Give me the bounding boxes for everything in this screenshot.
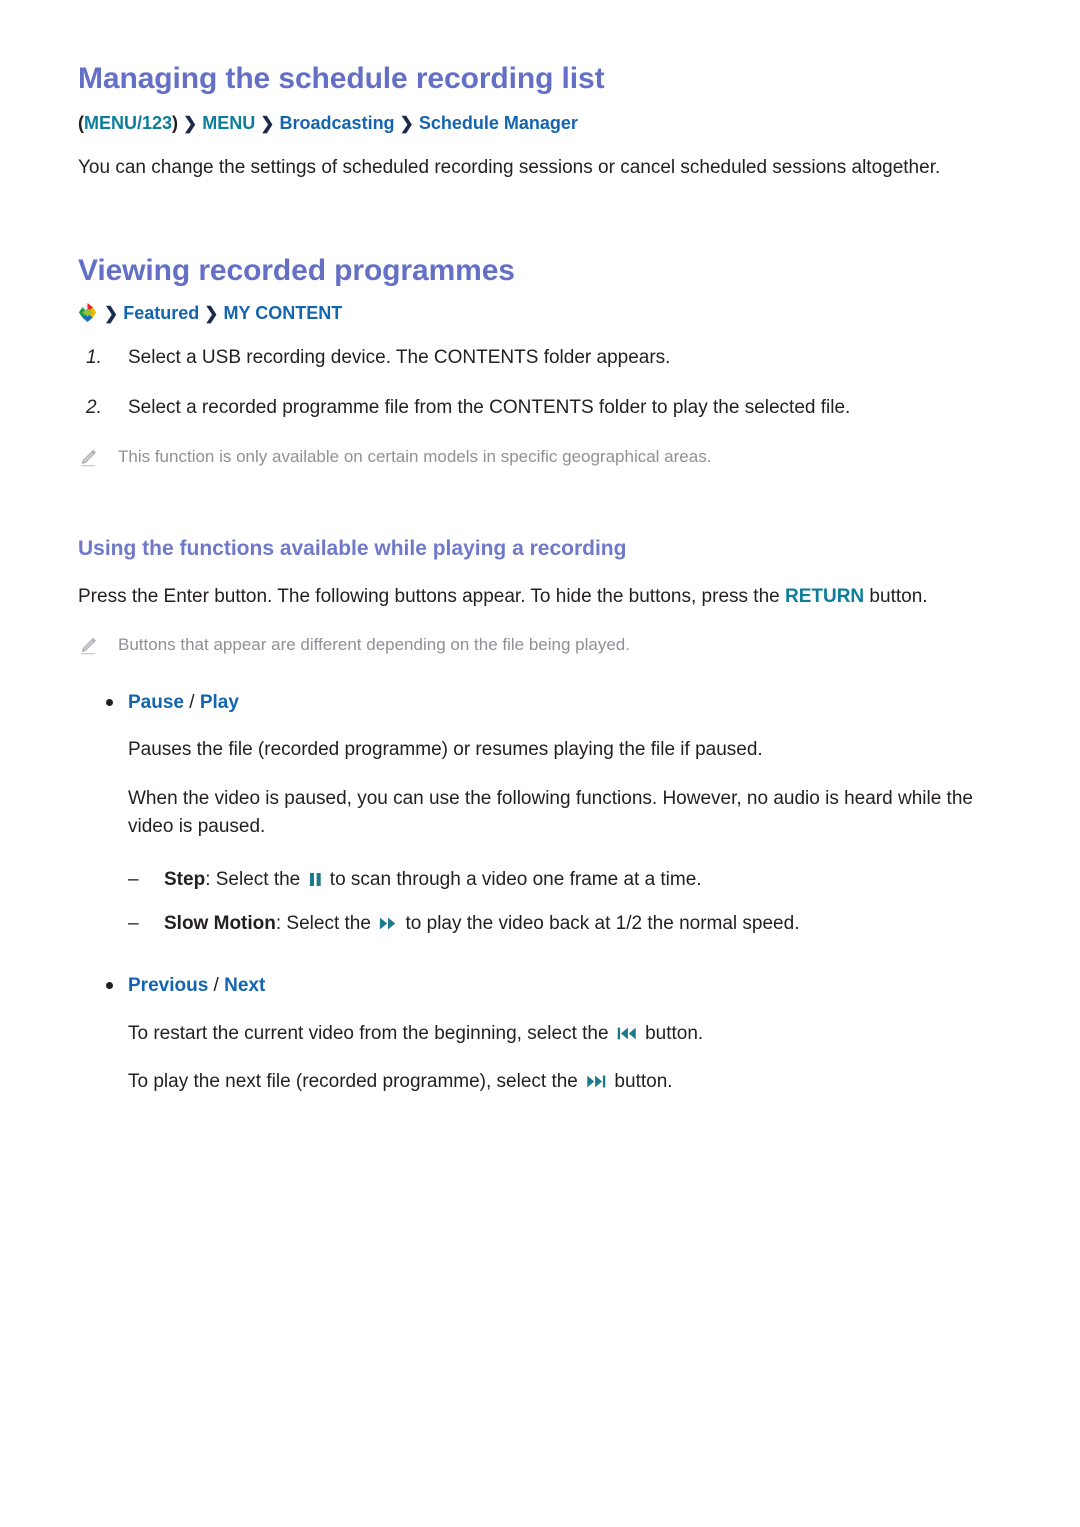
- bullet-heading: Pause / Play: [128, 690, 1003, 717]
- text-after-icon: button.: [639, 1022, 704, 1044]
- text-before-icon: : Select the: [275, 913, 377, 935]
- bullet-previous-next: Previous / Next To restart the current v…: [78, 973, 1003, 1097]
- sub-items-list: – Step: Select the to scan through a vide…: [128, 866, 1003, 939]
- document-page: Managing the schedule recording list (ME…: [0, 0, 1080, 1527]
- pause-icon: [309, 872, 322, 887]
- note-text: This function is only available on certa…: [118, 446, 712, 466]
- chevron-right-icon: ❯: [183, 113, 198, 133]
- chevron-right-icon: ❯: [104, 303, 119, 323]
- text-before-icon: To restart the current video from the be…: [128, 1022, 614, 1044]
- breadcrumb-item-schedule-manager[interactable]: Schedule Manager: [419, 113, 578, 133]
- list-item-step: – Step: Select the to scan through a vide…: [128, 866, 1003, 895]
- breadcrumb-item-broadcasting[interactable]: Broadcasting: [280, 113, 395, 133]
- section3-intro-paragraph: Press the Enter button. The following bu…: [78, 583, 1003, 612]
- chevron-right-icon: ❯: [399, 113, 414, 133]
- note-availability: This function is only available on certa…: [78, 445, 1003, 470]
- intro-text-after: button.: [864, 585, 928, 607]
- smart-hub-icon: [78, 302, 97, 323]
- breadcrumb-featured-path: ❯ Featured ❯ MY CONTENT: [78, 301, 1003, 326]
- list-item: 2. Select a recorded programme file from…: [78, 394, 1003, 423]
- chevron-right-icon: ❯: [260, 113, 275, 133]
- pencil-icon: [78, 448, 98, 468]
- label-play[interactable]: Play: [200, 692, 239, 713]
- step-text: Select a USB recording device. The CONTE…: [128, 346, 671, 368]
- breadcrumb-item-menu[interactable]: MENU: [202, 113, 255, 133]
- note-text: Buttons that appear are different depend…: [118, 635, 630, 655]
- bullet-dot-icon: [106, 698, 113, 706]
- text-before-icon: To play the next file (recorded programm…: [128, 1071, 584, 1093]
- label-separator: /: [208, 974, 225, 996]
- list-item: 1. Select a USB recording device. The CO…: [78, 344, 1003, 373]
- text-after-icon: to play the video back at 1/2 the normal…: [400, 913, 800, 935]
- step-number: 2.: [86, 397, 102, 419]
- breadcrumb-item-menu123[interactable]: MENU/123: [84, 113, 172, 133]
- text-before-icon: : Select the: [205, 868, 306, 890]
- label-next[interactable]: Next: [224, 975, 265, 996]
- dash-marker: –: [128, 868, 139, 890]
- section-title-managing-schedule-recording-list: Managing the schedule recording list: [78, 62, 605, 95]
- list-item-slow-motion: – Slow Motion: Select the to play the vid…: [128, 910, 1003, 939]
- bullet-line-next-file: To play the next file (recorded programm…: [128, 1068, 1003, 1097]
- section1-paragraph: You can change the settings of scheduled…: [78, 156, 941, 178]
- page-content: Managing the schedule recording list (ME…: [78, 62, 1003, 1097]
- breadcrumb-item-my-content[interactable]: MY CONTENT: [224, 303, 343, 323]
- bullet-paragraph: When the video is paused, you can use th…: [128, 787, 973, 838]
- term-step: Step: [164, 868, 206, 890]
- label-pause[interactable]: Pause: [128, 692, 184, 713]
- skip-next-icon: [586, 1074, 606, 1089]
- bullet-dot-icon: [106, 981, 113, 989]
- bullet-pause-play: Pause / Play Pauses the file (recorded p…: [78, 690, 1003, 939]
- bullet-paragraph: Pauses the file (recorded programme) or …: [128, 739, 763, 761]
- numbered-steps-list: 1. Select a USB recording device. The CO…: [78, 344, 1003, 423]
- breadcrumb-menu-path: (MENU/123) ❯ MENU ❯ Broadcasting ❯ Schedule Ma…: [78, 111, 1003, 136]
- breadcrumb-close-paren: ): [172, 112, 179, 133]
- pencil-icon: [78, 636, 98, 656]
- text-after-icon: to scan through a video one frame at a t…: [324, 868, 702, 890]
- intro-text-before: Press the Enter button. The following bu…: [78, 585, 785, 607]
- term-slow-motion: Slow Motion: [164, 913, 276, 935]
- step-number: 1.: [86, 346, 102, 368]
- bullet-heading: Previous / Next: [128, 973, 1003, 1000]
- skip-previous-icon: [617, 1026, 637, 1041]
- note-buttons-vary: Buttons that appear are different depend…: [78, 633, 1003, 658]
- fast-forward-icon: [379, 916, 397, 931]
- step-text: Select a recorded programme file from th…: [128, 397, 851, 419]
- bullet-line-restart: To restart the current video from the be…: [128, 1020, 1003, 1049]
- section-title-viewing-recorded-programmes: Viewing recorded programmes: [78, 254, 515, 288]
- dash-marker: –: [128, 913, 139, 935]
- breadcrumb-item-featured[interactable]: Featured: [123, 303, 199, 323]
- subsection-title-using-functions: Using the functions available while play…: [78, 536, 627, 560]
- return-key-label: RETURN: [784, 585, 865, 607]
- text-after-icon: button.: [609, 1071, 673, 1093]
- label-separator: /: [183, 691, 200, 713]
- label-previous[interactable]: Previous: [128, 975, 208, 996]
- chevron-right-icon: ❯: [204, 303, 219, 323]
